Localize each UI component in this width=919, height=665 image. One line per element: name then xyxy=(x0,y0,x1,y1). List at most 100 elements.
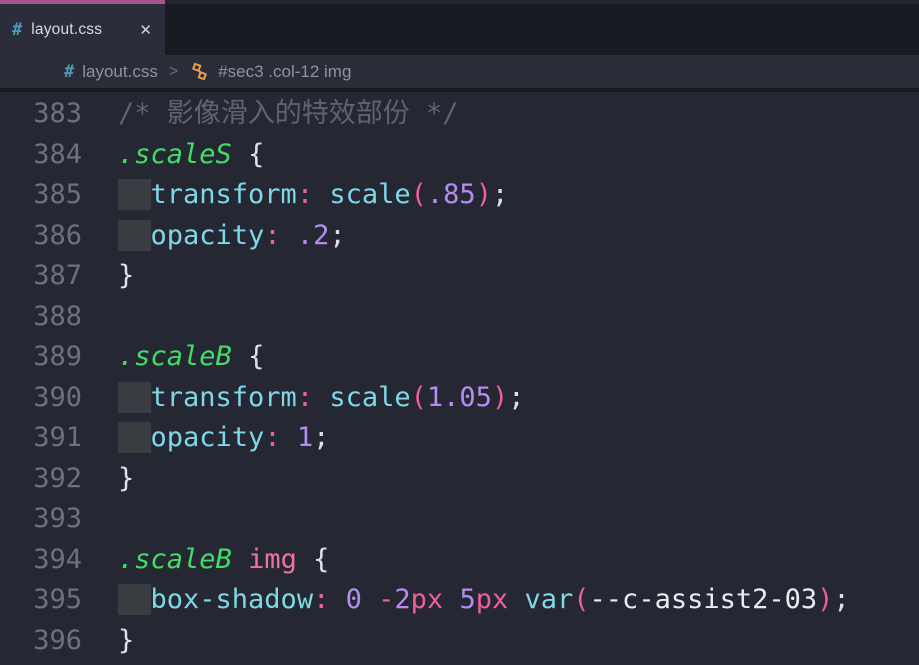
breadcrumb: # layout.css > #sec3 .col-12 img xyxy=(0,55,919,88)
code-token: : xyxy=(313,584,329,615)
line-content: box-shadow: 0 -2px 5px var(--c-assist2-0… xyxy=(118,580,919,621)
code-token xyxy=(232,139,248,170)
code-token: 5 xyxy=(459,584,475,615)
css-rule-icon xyxy=(189,61,210,82)
line-content xyxy=(118,297,919,338)
line-number: 386 xyxy=(0,216,118,257)
code-token: ( xyxy=(573,584,589,615)
tab-label: layout.css xyxy=(31,21,102,39)
code-token xyxy=(281,220,297,251)
line-number: 395 xyxy=(0,580,118,621)
code-token: opacity xyxy=(151,220,265,251)
line-content: } xyxy=(118,459,919,500)
code-token: .scaleS xyxy=(118,139,232,170)
code-token: .scaleB xyxy=(118,341,232,372)
code-token: { xyxy=(248,341,264,372)
code-token xyxy=(313,382,329,413)
code-token: transform xyxy=(151,179,297,210)
code-line-390: 390 transform: scale(1.05); xyxy=(0,378,919,419)
line-number: 396 xyxy=(0,621,118,662)
code-token: scale xyxy=(329,179,410,210)
code-token: 2 xyxy=(394,584,410,615)
code-line-384: 384.scaleS { xyxy=(0,135,919,176)
code-token: img xyxy=(248,544,297,575)
css-file-icon: # xyxy=(12,20,22,40)
code-line-388: 388 xyxy=(0,297,919,338)
code-token xyxy=(329,584,345,615)
line-content: transform: scale(1.05); xyxy=(118,378,919,419)
breadcrumb-item-file[interactable]: # layout.css xyxy=(64,62,158,82)
code-token xyxy=(232,341,248,372)
line-content: .scaleB img { xyxy=(118,540,919,581)
code-token xyxy=(443,584,459,615)
breadcrumb-selector-label: #sec3 .col-12 img xyxy=(218,62,351,82)
code-token: } xyxy=(118,260,134,291)
editor-tab-bar: # layout.css ✕ xyxy=(0,0,919,55)
code-token: scale xyxy=(329,382,410,413)
line-number: 390 xyxy=(0,378,118,419)
line-content xyxy=(118,499,919,540)
code-token: var xyxy=(525,584,574,615)
code-token: ; xyxy=(508,382,524,413)
code-line-383: 383/* 影像滑入的特效部份 */ xyxy=(0,94,919,135)
code-token: ; xyxy=(492,179,508,210)
css-file-icon: # xyxy=(64,62,74,82)
editor[interactable]: 383/* 影像滑入的特效部份 */384.scaleS {385 transf… xyxy=(0,92,919,661)
code-token: : xyxy=(264,422,280,453)
line-number: 391 xyxy=(0,418,118,459)
code-token: transform xyxy=(151,382,297,413)
code-token: { xyxy=(248,139,264,170)
line-number: 387 xyxy=(0,256,118,297)
line-content: /* 影像滑入的特效部份 */ xyxy=(118,94,919,135)
close-tab-icon[interactable]: ✕ xyxy=(139,21,152,39)
tab-layout-css[interactable]: # layout.css ✕ xyxy=(0,0,165,55)
code-line-387: 387} xyxy=(0,256,919,297)
code-token: ; xyxy=(329,220,345,251)
line-number: 384 xyxy=(0,135,118,176)
code-token: ; xyxy=(833,584,849,615)
line-number: 385 xyxy=(0,175,118,216)
code-token: ; xyxy=(313,422,329,453)
code-token: : xyxy=(297,179,313,210)
line-number: 383 xyxy=(0,94,118,135)
code-token: ) xyxy=(817,584,833,615)
code-token: --c-assist2-03 xyxy=(590,584,818,615)
code-token xyxy=(297,544,313,575)
indent-guide-block xyxy=(118,382,151,413)
code-token: : xyxy=(297,382,313,413)
code-token: ( xyxy=(411,179,427,210)
line-number: 388 xyxy=(0,297,118,338)
code-token: 0 xyxy=(346,584,362,615)
code-token: px xyxy=(476,584,509,615)
code-token: } xyxy=(118,463,134,494)
code-line-389: 389.scaleB { xyxy=(0,337,919,378)
code-token: { xyxy=(313,544,329,575)
code-token: - xyxy=(378,584,394,615)
line-content: opacity: .2; xyxy=(118,216,919,257)
code-token: /* 影像滑入的特效部份 */ xyxy=(118,98,459,129)
code-token: ) xyxy=(492,382,508,413)
code-token: .2 xyxy=(297,220,330,251)
code-token: .scaleB xyxy=(118,544,232,575)
code-token: box-shadow xyxy=(151,584,314,615)
breadcrumb-file-label: layout.css xyxy=(82,62,158,82)
line-content: } xyxy=(118,621,919,662)
line-number: 393 xyxy=(0,499,118,540)
code-token: ( xyxy=(411,382,427,413)
code-line-391: 391 opacity: 1; xyxy=(0,418,919,459)
code-token: 1 xyxy=(297,422,313,453)
code-line-394: 394.scaleB img { xyxy=(0,540,919,581)
chevron-right-icon: > xyxy=(169,63,178,81)
code-token xyxy=(281,422,297,453)
line-content: opacity: 1; xyxy=(118,418,919,459)
line-number: 389 xyxy=(0,337,118,378)
indent-guide-block xyxy=(118,584,151,615)
code-token: : xyxy=(264,220,280,251)
line-number: 394 xyxy=(0,540,118,581)
code-line-385: 385 transform: scale(.85); xyxy=(0,175,919,216)
line-content: .scaleB { xyxy=(118,337,919,378)
code-token xyxy=(313,179,329,210)
code-line-392: 392} xyxy=(0,459,919,500)
code-token: 1.05 xyxy=(427,382,492,413)
breadcrumb-item-selector[interactable]: #sec3 .col-12 img xyxy=(189,61,351,82)
